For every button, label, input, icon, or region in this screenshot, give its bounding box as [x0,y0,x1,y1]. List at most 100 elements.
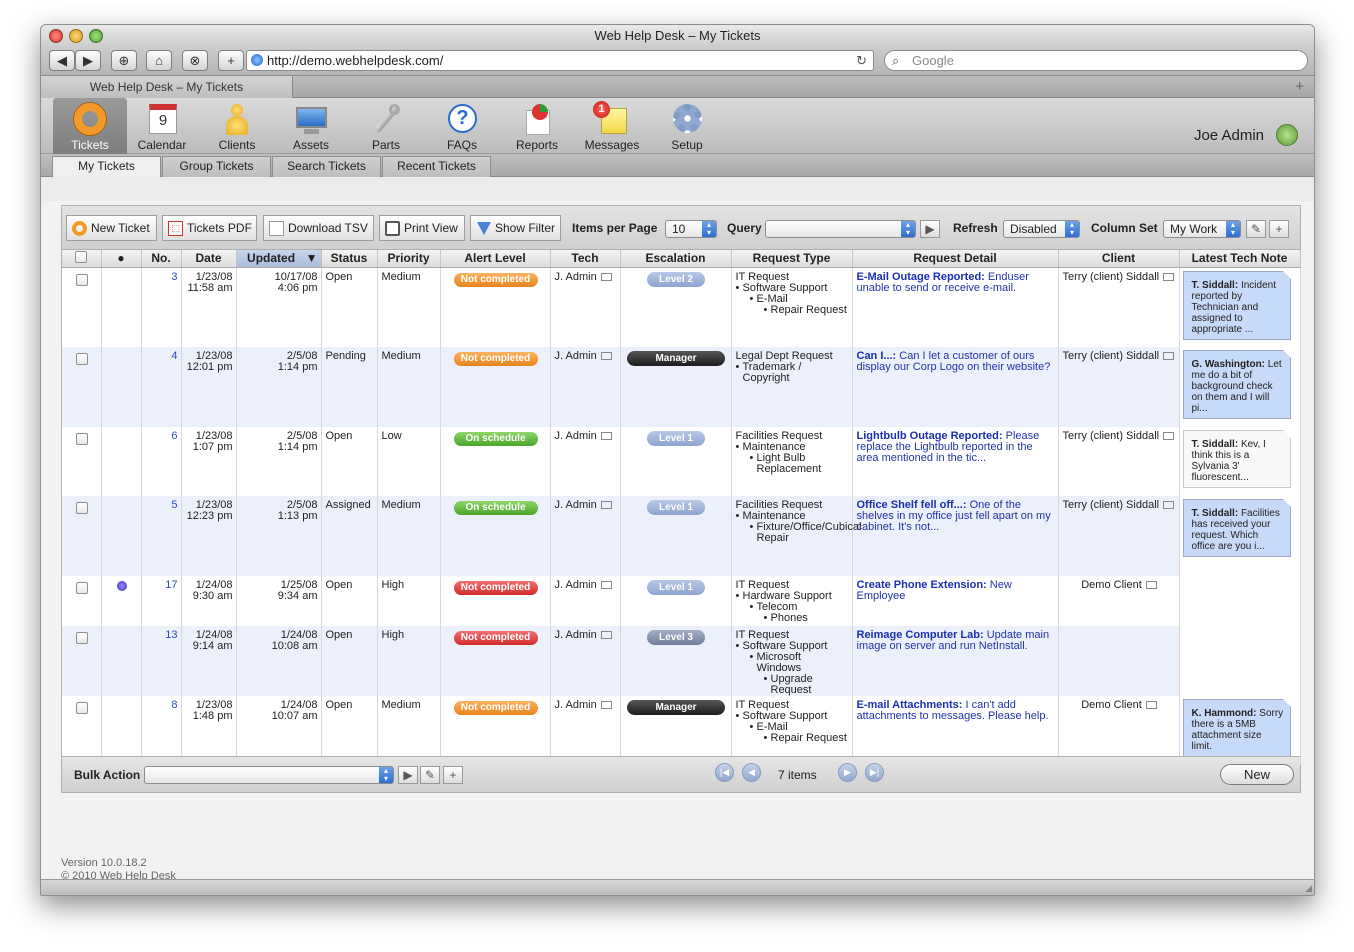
tech-note[interactable]: K. Hammond: Sorry there is a 5MB attachm… [1182,699,1291,757]
first-page-icon[interactable]: |◀ [715,763,734,782]
tech-name[interactable]: J. Admin [555,271,597,283]
bulk-add-icon[interactable]: + [443,766,463,784]
tech-note[interactable]: G. Washington: Let me do a bit of backgr… [1182,350,1291,419]
nav-messages[interactable]: 1 Messages [575,98,649,154]
tickets-pdf-button[interactable]: ⬚ Tickets PDF [162,215,257,241]
column-header[interactable]: Status [321,250,378,268]
print-view-button[interactable]: Print View [379,215,465,241]
select-all-header[interactable] [62,250,102,268]
bulk-edit-icon[interactable]: ✎ [420,766,440,784]
query-select[interactable]: ▴ ▾ [765,220,916,238]
ticket-number-link[interactable]: 17 [165,579,177,591]
mail-icon[interactable] [600,501,612,510]
row-checkbox[interactable] [75,582,88,594]
column-header[interactable]: Latest Tech Note [1179,250,1301,268]
mail-icon[interactable] [1163,352,1175,361]
column-header[interactable]: Escalation [620,250,732,268]
bulk-action-select[interactable]: ▴ ▾ [144,766,394,784]
client-name[interactable]: Terry (client) Siddall [1063,350,1160,362]
row-checkbox[interactable] [75,702,88,714]
show-filter-button[interactable]: Show Filter [470,215,561,241]
nav-assets[interactable]: Assets [274,98,348,154]
mail-icon[interactable] [1145,581,1157,590]
client-name[interactable]: Terry (client) Siddall [1063,499,1160,511]
ticket-number-link[interactable]: 4 [171,350,177,362]
nav-clients[interactable]: Clients [200,98,274,154]
client-name[interactable]: Demo Client [1081,699,1142,711]
tech-name[interactable]: J. Admin [555,579,597,591]
tech-name[interactable]: J. Admin [555,629,597,641]
mail-icon[interactable] [1163,272,1175,281]
resize-grip-icon[interactable]: ◢ [1305,883,1312,894]
mail-icon[interactable] [600,631,612,640]
request-detail-cell[interactable]: Reimage Computer Lab: Update main image … [852,626,1059,696]
column-header[interactable]: Priority [377,250,441,268]
client-name[interactable]: Terry (client) Siddall [1063,271,1160,283]
current-user[interactable]: Joe Admin [1194,127,1264,144]
column-header[interactable]: No. [141,250,182,268]
bulk-run-button[interactable]: ▶ [398,766,418,784]
request-detail-cell[interactable]: E-mail Attachments: I can't add attachme… [852,696,1059,765]
column-header[interactable]: Client [1058,250,1180,268]
add-column-set-icon[interactable]: + [1269,220,1289,238]
row-checkbox[interactable] [75,353,88,365]
add-tab-icon[interactable]: + [1295,78,1304,95]
items-per-page-select[interactable]: 10 ▴ ▾ [665,220,717,238]
mail-icon[interactable] [600,701,612,710]
ticket-number-link[interactable]: 13 [165,629,177,641]
mail-icon[interactable] [600,432,612,441]
select-all-checkbox[interactable] [75,250,88,263]
ticket-number-link[interactable]: 3 [171,271,177,283]
column-header-sorted[interactable]: Updated ▼ [236,250,322,268]
mail-icon[interactable] [1163,432,1175,441]
request-detail-cell[interactable]: Lightbulb Outage Reported: Please replac… [852,427,1059,496]
mail-icon[interactable] [1163,501,1175,510]
ticket-number-link[interactable]: 8 [171,699,177,711]
mail-icon[interactable] [600,352,612,361]
tab-group-tickets[interactable]: Group Tickets [162,156,271,177]
client-name[interactable]: Demo Client [1081,579,1142,591]
next-page-icon[interactable]: ▶ [838,763,857,782]
table-row[interactable]: 8 1/23/08 1:48 pm 1/24/08 10:07 am Open Me… [62,696,1301,765]
table-row[interactable]: 5 1/23/08 12:23 pm 2/5/08 1:13 pm Assigned… [62,496,1301,576]
column-header[interactable]: Request Type [731,250,853,268]
new-ticket-button[interactable]: New Ticket [66,215,157,241]
tech-name[interactable]: J. Admin [555,350,597,362]
request-detail-cell[interactable]: E-Mail Outage Reported: Enduser unable t… [852,267,1059,347]
new-ticket-footer-button[interactable]: New [1220,764,1294,785]
table-row[interactable]: 17 1/24/08 9:30 am 1/25/08 9:34 am Open Hi… [62,576,1301,626]
request-detail-cell[interactable]: Office Shelf fell off...: One of the she… [852,496,1059,576]
row-checkbox[interactable] [75,502,88,514]
table-row[interactable]: 6 1/23/08 1:07 pm 2/5/08 1:14 pm Open Low … [62,427,1301,496]
home-icon[interactable]: ⌂ [146,50,172,71]
nav-parts[interactable]: Parts [349,98,423,154]
refresh-select[interactable]: Disabled ▴ ▾ [1003,220,1080,238]
address-bar[interactable]: http://demo.webhelpdesk.com/ ↻ [246,50,874,71]
nav-setup[interactable]: Setup [650,98,724,154]
column-header[interactable]: Tech [550,250,621,268]
tech-name[interactable]: J. Admin [555,499,597,511]
row-checkbox[interactable] [75,273,88,286]
close-window-icon[interactable] [49,29,63,43]
forward-button[interactable]: ▶ [75,50,101,71]
tab-my-tickets[interactable]: My Tickets [52,156,161,177]
table-row[interactable]: 4 1/23/08 12:01 pm 2/5/08 1:14 pm Pending … [62,347,1301,427]
ticket-number-link[interactable]: 5 [171,499,177,511]
last-page-icon[interactable]: ▶| [865,763,884,782]
flag-column-header[interactable]: ● [101,250,142,268]
column-header[interactable]: Request Detail [852,250,1059,268]
column-header[interactable]: Alert Level [440,250,551,268]
tech-name[interactable]: J. Admin [555,430,597,442]
request-detail-cell[interactable]: Create Phone Extension: New Employee [852,576,1059,626]
new-tab-button[interactable]: + [218,50,244,71]
column-header[interactable]: Date [181,250,237,268]
nav-tickets[interactable]: Tickets [53,98,127,154]
edit-column-set-icon[interactable]: ✎ [1246,220,1266,238]
tab-search-tickets[interactable]: Search Tickets [272,156,381,177]
mail-icon[interactable] [1145,701,1157,710]
table-row[interactable]: 13 1/24/08 9:14 am 1/24/08 10:08 am Open H… [62,626,1301,696]
client-name[interactable]: Terry (client) Siddall [1063,430,1160,442]
tech-note[interactable]: T. Siddall: Facilities has received your… [1182,499,1291,557]
logout-icon[interactable] [1276,124,1298,146]
tech-note[interactable]: T. Siddall: Incident reported by Technic… [1182,270,1291,340]
